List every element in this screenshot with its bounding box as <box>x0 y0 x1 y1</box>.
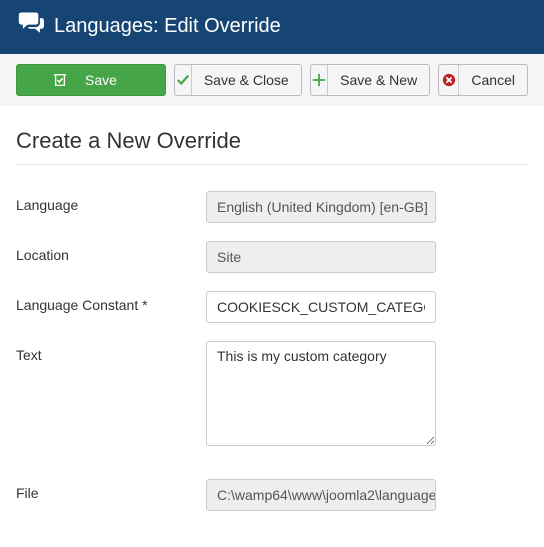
row-file: File C:\wamp64\www\joomla2\language\ <box>16 479 528 511</box>
row-language-constant: Language Constant * <box>16 291 528 323</box>
comments-icon <box>18 10 54 42</box>
value-language: English (United Kingdom) [en-GB] <box>206 191 436 223</box>
value-file: C:\wamp64\www\joomla2\language\ <box>206 479 436 511</box>
cancel-icon <box>439 65 459 95</box>
label-text: Text <box>16 341 206 363</box>
row-location: Location Site <box>16 241 528 273</box>
check-icon <box>175 65 192 95</box>
value-location: Site <box>206 241 436 273</box>
textarea-text[interactable]: <span></span> <box>206 341 436 446</box>
cancel-button[interactable]: Cancel <box>438 64 528 96</box>
cancel-label: Cancel <box>459 73 527 87</box>
save-close-label: Save & Close <box>192 73 301 87</box>
plus-icon <box>311 65 328 95</box>
row-language: Language English (United Kingdom) [en-GB… <box>16 191 528 223</box>
save-new-button[interactable]: Save & New <box>310 64 431 96</box>
input-language-constant[interactable] <box>206 291 436 323</box>
save-new-label: Save & New <box>328 73 429 87</box>
page-header-title: Languages: Edit Override <box>54 15 281 38</box>
save-button-label: Save <box>73 73 129 87</box>
page-header: Languages: Edit Override <box>0 0 544 54</box>
save-button[interactable]: Save <box>16 64 166 96</box>
toolbar: Save Save & Close Save & New Cancel <box>0 54 544 106</box>
page-title: Create a New Override <box>16 128 528 154</box>
label-file: File <box>16 479 206 501</box>
label-location: Location <box>16 241 206 263</box>
divider <box>16 164 528 165</box>
apply-icon <box>53 65 67 95</box>
row-text: Text <span></span> <box>16 341 528 449</box>
label-language-constant: Language Constant * <box>16 291 206 313</box>
save-close-button[interactable]: Save & Close <box>174 64 302 96</box>
label-language: Language <box>16 191 206 213</box>
content-area: Create a New Override Language English (… <box>0 106 544 547</box>
